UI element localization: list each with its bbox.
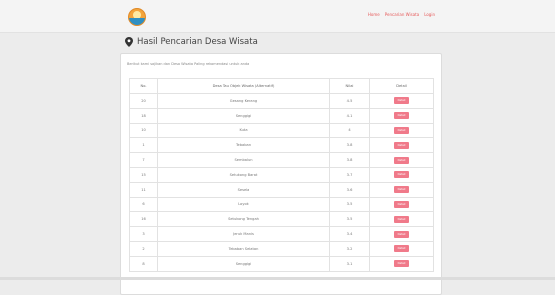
cell-detail: Detail <box>369 166 434 183</box>
header-no: No. <box>129 78 158 94</box>
cell-no: 11 <box>129 181 158 198</box>
page-title-text: Hasil Pencarian Desa Wisata <box>137 37 258 47</box>
cell-destination: Sembalun <box>157 152 330 168</box>
cell-destination: Setukong Barat <box>157 166 330 183</box>
cell-detail: Detail <box>369 181 434 198</box>
cell-detail: Detail <box>369 152 434 168</box>
cell-score: 4.5 <box>329 93 370 109</box>
cell-no: 15 <box>129 166 158 183</box>
nav-links: Home Pencarian Wisata Login <box>368 12 435 17</box>
detail-button[interactable]: Detail <box>394 260 409 268</box>
table-header-row: No. Desa Tau Objek Wisata (Alternatif) N… <box>129 78 434 94</box>
cell-destination: Gesang Kerang <box>157 93 330 109</box>
cell-detail: Detail <box>369 122 434 139</box>
cell-detail: Detail <box>369 196 434 213</box>
cell-score: 3.7 <box>329 166 370 183</box>
table-row: 8 Senggigi 3.1 Detail <box>129 255 434 272</box>
nav-link-home[interactable]: Home <box>368 12 380 17</box>
cell-detail: Detail <box>369 226 434 242</box>
cell-no: 3 <box>129 226 158 242</box>
table-row: 3 Jeruk Manis 3.4 Detail <box>129 226 434 242</box>
cell-score: 3.8 <box>329 152 370 168</box>
cell-score: 3.2 <box>329 240 370 257</box>
detail-button[interactable]: Detail <box>394 245 409 253</box>
table-row: 11 Sesela 3.6 Detail <box>129 181 434 198</box>
table-row: 7 Sembalun 3.8 Detail <box>129 152 434 168</box>
site-logo[interactable] <box>128 8 146 26</box>
cell-score: 3.4 <box>329 226 370 242</box>
cell-no: 6 <box>129 196 158 213</box>
nav-link-search[interactable]: Pencarian Wisata <box>385 12 419 17</box>
results-table: No. Desa Tau Objek Wisata (Alternatif) N… <box>129 78 434 272</box>
map-pin-icon <box>125 37 133 47</box>
detail-button[interactable]: Detail <box>394 230 409 238</box>
detail-button[interactable]: Detail <box>394 112 409 120</box>
detail-button[interactable]: Detail <box>394 141 409 149</box>
cell-destination: Jeruk Manis <box>157 226 330 242</box>
cell-no: 7 <box>129 152 158 168</box>
cell-destination: Sesela <box>157 181 330 198</box>
cell-detail: Detail <box>369 211 434 228</box>
cell-destination: Tebaban Selatan <box>157 240 330 257</box>
cell-destination: Kuta <box>157 122 330 139</box>
cell-no: 2 <box>129 240 158 257</box>
cell-score: 4.1 <box>329 107 370 124</box>
cell-destination: Senggigi <box>157 255 330 272</box>
table-row: 1 Tebaban 3.8 Detail <box>129 137 434 154</box>
results-card: Berikut kami sajikan dan Desa Wisata Pal… <box>120 53 442 295</box>
cell-no: 16 <box>129 211 158 228</box>
cell-score: 3.8 <box>329 137 370 154</box>
header-detail: Detail <box>369 78 434 94</box>
cell-score: 3.5 <box>329 196 370 213</box>
cell-no: 10 <box>129 122 158 139</box>
page-title: Hasil Pencarian Desa Wisata <box>125 37 258 47</box>
header-score: Nilai <box>329 78 370 94</box>
cell-detail: Detail <box>369 107 434 124</box>
cell-no: 18 <box>129 107 158 124</box>
cell-destination: Setukong Tengah <box>157 211 330 228</box>
table-row: 16 Setukong Tengah 3.5 Detail <box>129 211 434 228</box>
nav-link-login[interactable]: Login <box>424 12 435 17</box>
cell-detail: Detail <box>369 240 434 257</box>
header-destination: Desa Tau Objek Wisata (Alternatif) <box>157 78 330 94</box>
cell-detail: Detail <box>369 255 434 272</box>
table-row: 2 Tebaban Selatan 3.2 Detail <box>129 240 434 257</box>
detail-button[interactable]: Detail <box>394 156 409 164</box>
cell-score: 3.6 <box>329 181 370 198</box>
cell-destination: Loyok <box>157 196 330 213</box>
cell-score: 4 <box>329 122 370 139</box>
table-row: 15 Setukong Barat 3.7 Detail <box>129 166 434 183</box>
cell-score: 3.1 <box>329 255 370 272</box>
detail-button[interactable]: Detail <box>394 215 409 223</box>
table-row: 18 Senggigi 4.1 Detail <box>129 107 434 124</box>
detail-button[interactable]: Detail <box>394 126 409 134</box>
results-intro: Berikut kami sajikan dan Desa Wisata Pal… <box>127 62 250 66</box>
detail-button[interactable]: Detail <box>394 200 409 208</box>
detail-button[interactable]: Detail <box>394 186 409 194</box>
table-row: 10 Kuta 4 Detail <box>129 122 434 139</box>
cell-destination: Senggigi <box>157 107 330 124</box>
cell-no: 20 <box>129 93 158 109</box>
cell-score: 3.5 <box>329 211 370 228</box>
table-row: 20 Gesang Kerang 4.5 Detail <box>129 93 434 109</box>
cell-detail: Detail <box>369 137 434 154</box>
table-row: 6 Loyok 3.5 Detail <box>129 196 434 213</box>
top-navbar: Home Pencarian Wisata Login <box>0 0 555 33</box>
detail-button[interactable]: Detail <box>394 171 409 179</box>
cell-no: 8 <box>129 255 158 272</box>
cell-detail: Detail <box>369 93 434 109</box>
detail-button[interactable]: Detail <box>394 97 409 105</box>
cell-destination: Tebaban <box>157 137 330 154</box>
logo-sea <box>129 18 145 25</box>
cell-no: 1 <box>129 137 158 154</box>
